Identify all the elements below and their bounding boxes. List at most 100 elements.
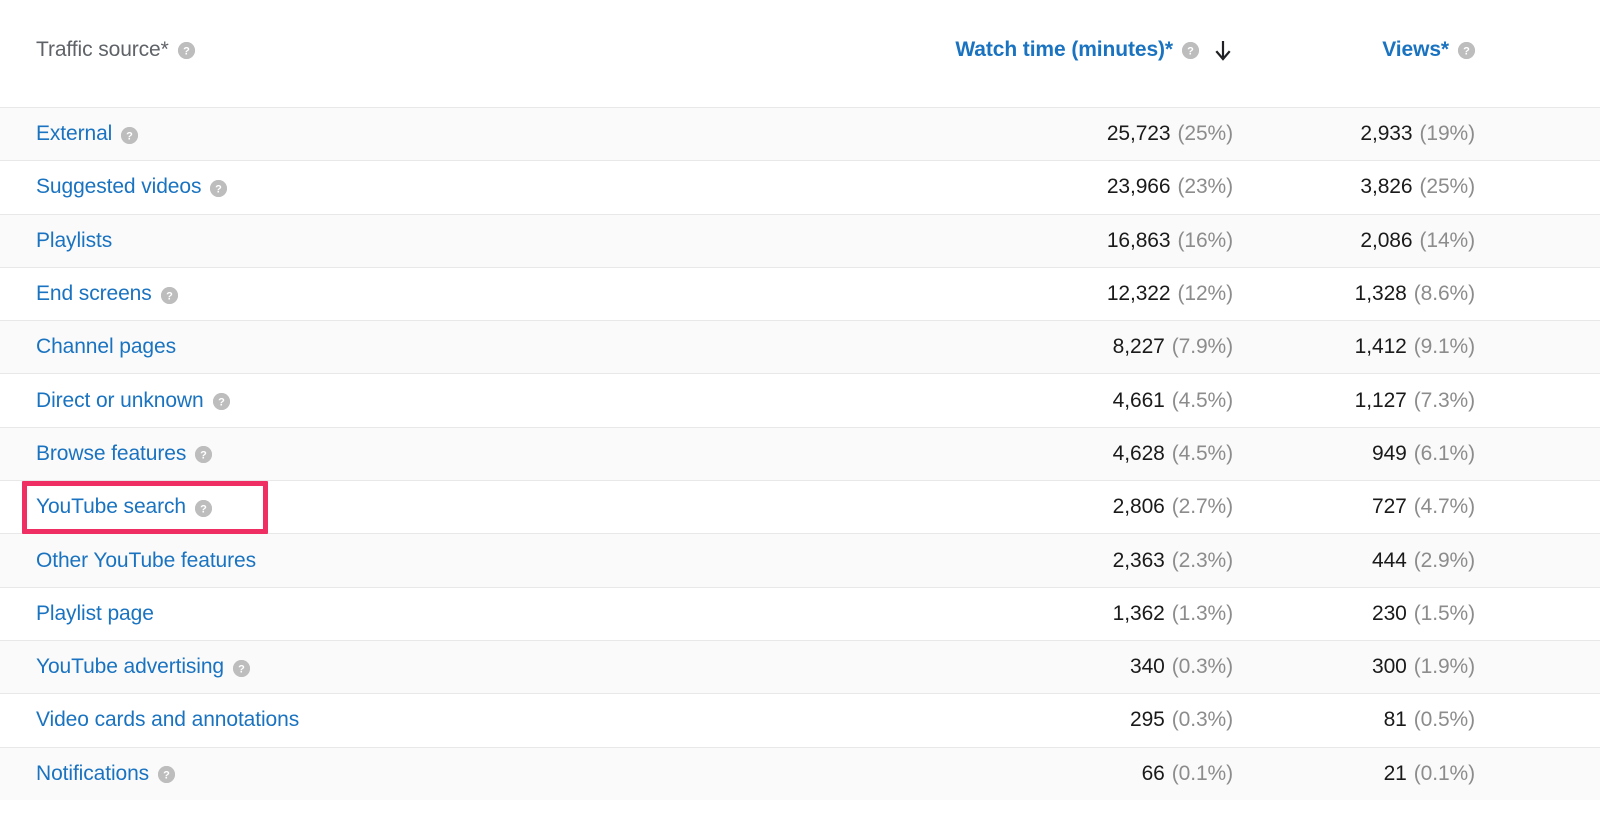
traffic-source-link[interactable]: Playlist page [36, 602, 154, 626]
help-circle-icon[interactable]: ? [1182, 42, 1199, 59]
arrow-down-icon[interactable] [1213, 40, 1233, 62]
cell-traffic-source: YouTube search ? [0, 495, 830, 519]
cell-watch-time: 295 (0.3%) [830, 708, 1233, 732]
traffic-source-link[interactable]: Video cards and annotations [36, 708, 299, 732]
cell-views-value: 21 [1383, 761, 1407, 785]
help-circle-icon[interactable]: ? [158, 766, 176, 784]
cell-views-percent: (1.9%) [1413, 655, 1475, 679]
cell-views: 3,826 (25%) [1233, 175, 1600, 199]
svg-text:?: ? [1187, 46, 1194, 58]
table-row[interactable]: Browse features ? 4,628 (4.5%) 949 (6.1%) [0, 426, 1600, 481]
cell-traffic-source: End screens ? [0, 282, 830, 306]
traffic-source-link[interactable]: Other YouTube features [36, 549, 256, 573]
cell-views-value: 81 [1383, 708, 1407, 732]
cell-watch-time-value: 2,363 [1112, 548, 1165, 572]
cell-views-value: 2,933 [1360, 122, 1413, 146]
table-row[interactable]: Other YouTube features 2,363 (2.3%) 444 (2.9… [0, 533, 1600, 587]
cell-views: 1,127 (7.3%) [1233, 389, 1600, 413]
table-row[interactable]: YouTube search ? 2,806 (2.7%) 727 (4.7%) [0, 480, 1600, 534]
cell-watch-time: 16,863 (16%) [830, 229, 1233, 253]
traffic-source-link[interactable]: Notifications [36, 762, 149, 786]
cell-watch-time-percent: (1.3%) [1171, 601, 1233, 625]
cell-watch-time-percent: (0.3%) [1171, 655, 1233, 679]
help-circle-icon[interactable]: ? [195, 446, 213, 464]
table-row[interactable]: Playlist page 1,362 (1.3%) 230 (1.5%) [0, 586, 1600, 640]
table-row[interactable]: End screens ? 12,322 (12%) 1,328 (8.6%) [0, 266, 1600, 321]
help-circle-icon[interactable]: ? [233, 659, 251, 677]
cell-traffic-source: Other YouTube features [0, 549, 830, 573]
cell-watch-time: 4,661 (4.5%) [830, 389, 1233, 413]
table-row[interactable]: YouTube advertising ? 340 (0.3%) 300 (1.9%) [0, 639, 1600, 694]
cell-watch-time-value: 295 [1129, 708, 1165, 732]
cell-views-percent: (6.1%) [1413, 441, 1475, 465]
traffic-source-link[interactable]: Playlists [36, 229, 112, 253]
help-circle-icon[interactable]: ? [212, 393, 230, 411]
cell-watch-time: 8,227 (7.9%) [830, 335, 1233, 359]
help-circle-icon[interactable]: ? [177, 42, 195, 59]
cell-watch-time-percent: (2.3%) [1171, 548, 1233, 572]
traffic-source-analytics-table: Traffic source* ? Watch time (minutes)* … [0, 0, 1600, 800]
cell-watch-time: 66 (0.1%) [830, 762, 1234, 786]
cell-views-value: 300 [1371, 655, 1407, 679]
cell-views-percent: (1.5%) [1413, 601, 1475, 625]
table-row[interactable]: Direct or unknown ? 4,661 (4.5%) 1,127 (7.3%… [0, 373, 1600, 427]
table-row[interactable]: Channel pages 8,227 (7.9%) 1,412 (9.1%) [0, 320, 1600, 374]
svg-text:?: ? [200, 503, 207, 515]
cell-views: 949 (6.1%) [1233, 442, 1600, 466]
column-header-traffic-source[interactable]: Traffic source* ? [0, 38, 830, 62]
cell-views-value: 2,086 [1360, 228, 1413, 252]
cell-watch-time: 25,723 (25%) [830, 122, 1233, 146]
traffic-source-link[interactable]: YouTube search [36, 495, 186, 519]
cell-watch-time-percent: (0.3%) [1171, 708, 1233, 732]
cell-watch-time-percent: (23%) [1177, 175, 1233, 199]
cell-watch-time-value: 23,966 [1106, 175, 1171, 199]
traffic-source-link[interactable]: Direct or unknown [36, 389, 204, 413]
cell-traffic-source: Direct or unknown ? [0, 389, 830, 413]
cell-watch-time: 340 (0.3%) [830, 655, 1233, 679]
cell-watch-time-percent: (2.7%) [1171, 495, 1233, 519]
cell-views-percent: (8.6%) [1413, 282, 1475, 306]
table-row[interactable]: External ? 25,723 (25%) 2,933 (19%) [0, 107, 1600, 161]
help-circle-icon[interactable]: ? [160, 286, 178, 304]
traffic-source-link[interactable]: Channel pages [36, 335, 176, 359]
help-circle-icon[interactable]: ? [195, 499, 212, 517]
cell-views-percent: (0.5%) [1413, 708, 1475, 732]
cell-watch-time-percent: (4.5%) [1171, 388, 1233, 412]
table-row[interactable]: Suggested videos ? 23,966 (23%) 3,826 (25%) [0, 160, 1600, 214]
svg-text:?: ? [238, 663, 245, 675]
column-header-watch-time[interactable]: Watch time (minutes)* ? [830, 38, 1233, 62]
cell-views-value: 230 [1371, 601, 1407, 625]
cell-watch-time-percent: (12%) [1177, 282, 1233, 306]
cell-views: 230 (1.5%) [1233, 602, 1600, 626]
help-circle-icon[interactable]: ? [1458, 42, 1475, 59]
cell-views: 2,086 (14%) [1233, 229, 1600, 253]
svg-text:?: ? [1463, 46, 1470, 58]
traffic-source-link[interactable]: Suggested videos [36, 175, 201, 199]
help-circle-icon[interactable]: ? [210, 179, 228, 197]
cell-traffic-source: Suggested videos ? [0, 175, 830, 199]
svg-text:?: ? [163, 770, 170, 782]
traffic-source-link[interactable]: External [36, 122, 112, 146]
table-row[interactable]: Playlists 16,863 (16%) 2,086 (14%) [0, 213, 1600, 267]
column-header-views[interactable]: Views* ? [1233, 38, 1600, 62]
cell-views-percent: (0.1%) [1413, 761, 1475, 785]
table-row[interactable]: Notifications ? 66 (0.1%) 21 (0.1%) [0, 746, 1600, 800]
cell-views: 1,328 (8.6%) [1233, 282, 1600, 306]
cell-watch-time-percent: (7.9%) [1171, 335, 1233, 359]
traffic-source-link[interactable]: End screens [36, 282, 152, 306]
table-row[interactable]: Video cards and annotations 295 (0.3%) 81 (0… [0, 693, 1600, 747]
cell-watch-time: 1,362 (1.3%) [830, 602, 1233, 626]
cell-watch-time: 23,966 (23%) [830, 175, 1233, 199]
cell-traffic-source: Browse features ? [0, 442, 830, 466]
svg-text:?: ? [166, 290, 173, 302]
help-circle-icon[interactable]: ? [121, 126, 139, 144]
svg-text:?: ? [126, 130, 133, 142]
cell-views: 21 (0.1%) [1233, 762, 1600, 786]
traffic-source-link[interactable]: Browse features [36, 442, 186, 466]
cell-views: 2,933 (19%) [1233, 122, 1600, 146]
svg-text:?: ? [215, 183, 222, 195]
traffic-source-link[interactable]: YouTube advertising [36, 655, 224, 679]
cell-watch-time-value: 2,806 [1112, 495, 1165, 519]
cell-views: 300 (1.9%) [1233, 655, 1600, 679]
cell-watch-time-value: 4,628 [1112, 441, 1165, 465]
